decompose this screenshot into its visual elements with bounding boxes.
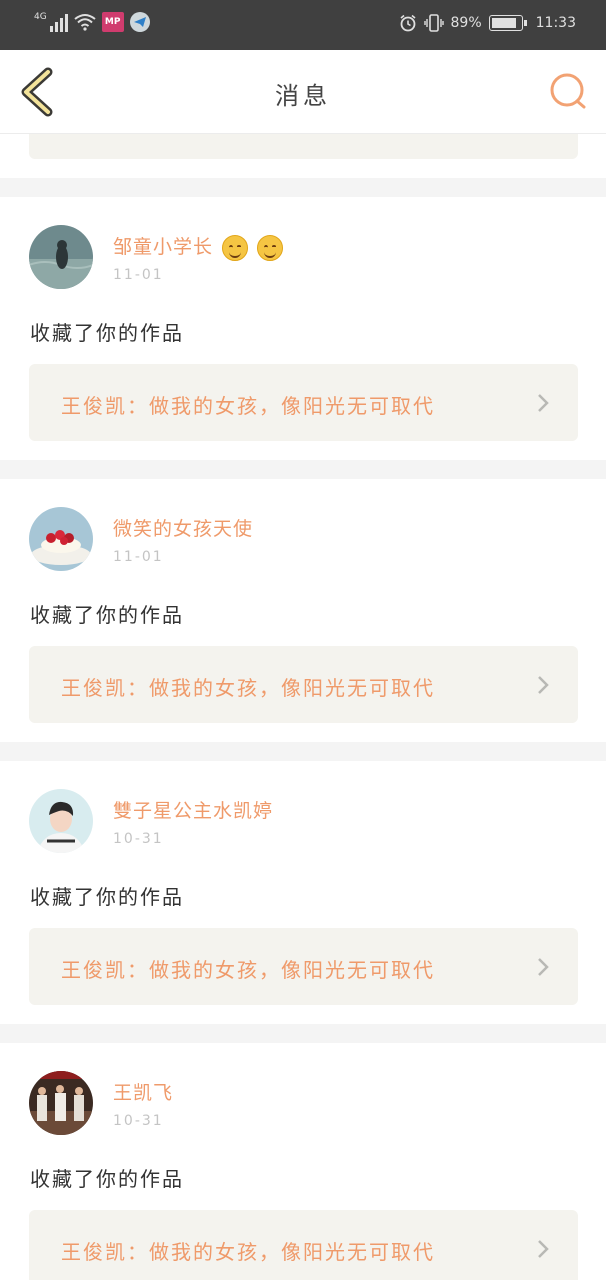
alarm-icon <box>400 14 416 32</box>
smiling-face-emoji-icon <box>257 234 284 261</box>
nav-bar: 消息 <box>0 50 606 134</box>
username-text: 邹童小学长 <box>113 236 214 258</box>
work-card[interactable]: 王俊凯：做我的女孩，像阳光无可取代 <box>29 1210 578 1280</box>
message-item: 王凯飞 10-31 收藏了你的作品 王俊凯：做我的女孩，像阳光无可取代 <box>0 1043 606 1280</box>
separator <box>0 1024 606 1043</box>
work-card[interactable]: 王俊凯：做我的女孩，像阳光无可取代 <box>29 646 578 723</box>
separator <box>0 742 606 761</box>
status-left: 4G MP <box>34 12 150 32</box>
message-action: 收藏了你的作品 <box>30 1167 184 1191</box>
work-title: 王俊凯：做我的女孩，像阳光无可取代 <box>61 1240 435 1264</box>
work-card[interactable]: 王俊凯：做我的女孩，像阳光无可取代 <box>29 928 578 1005</box>
avatar[interactable] <box>29 225 93 289</box>
smiling-face-emoji-icon <box>222 234 249 261</box>
chevron-right-icon <box>538 1240 549 1258</box>
message-date: 10-31 <box>113 831 164 847</box>
username[interactable]: 邹童小学长 <box>113 232 284 261</box>
work-title: 王俊凯：做我的女孩，像阳光无可取代 <box>61 394 435 418</box>
status-bar: 4G MP 89% 11:33 <box>0 0 606 50</box>
message-date: 11-01 <box>113 267 164 283</box>
cellular-signal-icon: 4G <box>34 12 68 32</box>
avatar[interactable] <box>29 507 93 571</box>
work-card-partial[interactable] <box>29 134 578 159</box>
message-item: 雙子星公主水凯婷 10-31 收藏了你的作品 王俊凯：做我的女孩，像阳光无可取代 <box>0 761 606 1024</box>
username[interactable]: 微笑的女孩天使 <box>113 514 253 541</box>
telegram-icon <box>129 12 150 32</box>
status-right: 89% 11:33 <box>399 14 576 32</box>
wifi-icon <box>74 14 96 31</box>
vibrate-icon <box>423 14 444 32</box>
mp-app-icon: MP <box>101 12 124 32</box>
separator <box>0 178 606 197</box>
message-date: 10-31 <box>113 1113 164 1129</box>
message-item: 微笑的女孩天使 11-01 收藏了你的作品 王俊凯：做我的女孩，像阳光无可取代 <box>0 479 606 742</box>
message-list: 邹童小学长 11-01 收藏了你的作品 王俊凯：做我的女孩，像阳光无可取代 微笑… <box>0 134 606 1280</box>
chevron-right-icon <box>538 958 549 976</box>
clock: 11:33 <box>535 15 576 31</box>
chevron-right-icon <box>538 676 549 694</box>
work-card[interactable]: 王俊凯：做我的女孩，像阳光无可取代 <box>29 364 578 441</box>
message-action: 收藏了你的作品 <box>30 321 184 345</box>
chevron-right-icon <box>538 394 549 412</box>
avatar[interactable] <box>29 1071 93 1135</box>
message-action: 收藏了你的作品 <box>30 603 184 627</box>
page-title: 消息 <box>275 82 331 110</box>
username[interactable]: 王凯飞 <box>113 1078 173 1105</box>
search-icon[interactable] <box>548 71 588 111</box>
message-item: 邹童小学长 11-01 收藏了你的作品 王俊凯：做我的女孩，像阳光无可取代 <box>0 197 606 460</box>
message-date: 11-01 <box>113 549 164 565</box>
battery-percent: 89% <box>450 15 482 31</box>
avatar[interactable] <box>29 789 93 853</box>
separator <box>0 460 606 479</box>
username[interactable]: 雙子星公主水凯婷 <box>113 796 273 823</box>
work-title: 王俊凯：做我的女孩，像阳光无可取代 <box>61 958 435 982</box>
work-title: 王俊凯：做我的女孩，像阳光无可取代 <box>61 676 435 700</box>
battery-icon <box>488 15 527 31</box>
network-type: 4G <box>34 12 47 22</box>
message-action: 收藏了你的作品 <box>30 885 184 909</box>
